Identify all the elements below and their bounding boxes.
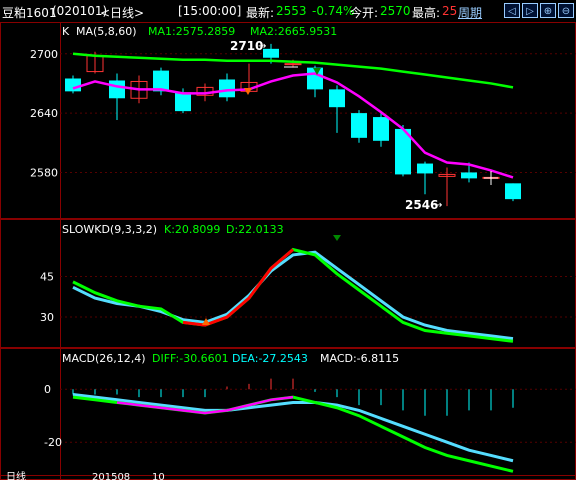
kd-tick-label: 30 bbox=[40, 311, 54, 324]
y-tick-label: 2640 bbox=[30, 107, 58, 120]
candle-body bbox=[417, 163, 433, 174]
low-arrow-icon: → bbox=[434, 200, 442, 211]
kd-axis-labels: 45 30 bbox=[40, 271, 576, 324]
latest-label: 最新: bbox=[246, 6, 275, 20]
next-arrow-icon[interactable]: ▷ bbox=[522, 3, 538, 18]
candle-body bbox=[109, 80, 125, 99]
high-label: 最高: bbox=[412, 6, 441, 20]
candle-body bbox=[284, 63, 302, 66]
macd-tick-label: 0 bbox=[44, 383, 51, 396]
footer-date: 201508 bbox=[92, 472, 130, 480]
macd-legend-macd: MACD:-6.8115 bbox=[320, 352, 399, 365]
legend-ma2: MA2:2665.9531 bbox=[250, 25, 337, 38]
change-percent: -0.74% bbox=[312, 4, 355, 18]
kd-lines bbox=[72, 247, 514, 343]
period-label: <日线> bbox=[100, 6, 145, 20]
candle-body bbox=[351, 113, 367, 138]
y-axis-labels: 2700 2640 2580 bbox=[30, 48, 58, 180]
footer-label: 日线 bbox=[6, 470, 26, 480]
kd-d-line bbox=[72, 250, 514, 341]
candle-body bbox=[505, 183, 521, 200]
candle-body bbox=[219, 79, 235, 98]
legend-ma: MA(5,8,60) bbox=[76, 25, 137, 38]
symbol-name: 豆粕1601 bbox=[2, 6, 57, 20]
kd-panel-frame bbox=[0, 219, 576, 348]
zoom-out-icon[interactable]: ⊖ bbox=[558, 3, 574, 18]
high-arrow-icon: → bbox=[258, 41, 266, 52]
open-value: 2570 bbox=[380, 4, 411, 18]
chart-area[interactable]: 270026402580 K MA(5,8,60) MA1:2575.2859 … bbox=[0, 22, 576, 480]
y-tick-label: 2700 bbox=[30, 48, 58, 61]
header-bar: 豆粕1601 (020101) <日线> [15:00:00] 最新: 2553… bbox=[0, 0, 576, 22]
macd-axis-labels: 0 -20 bbox=[44, 383, 576, 449]
candle-body bbox=[329, 89, 345, 108]
prev-arrow-icon[interactable]: ◁ bbox=[504, 3, 520, 18]
kd-k-line bbox=[72, 247, 514, 343]
kd-up-segment bbox=[182, 248, 294, 327]
symbol-code: (020101) bbox=[52, 4, 108, 18]
footer-x: 10 bbox=[152, 472, 165, 480]
kd-legend-name: SLOWKD(9,3,3,2) bbox=[62, 223, 157, 236]
macd-legend-name: MACD(26,12,4) bbox=[62, 352, 146, 365]
panel-frames bbox=[0, 22, 576, 480]
macd-tick-label: -20 bbox=[44, 436, 62, 449]
latest-value: 2553 bbox=[276, 4, 307, 18]
kd-legend-k: K:20.8099 bbox=[164, 223, 220, 236]
price-panel-frame bbox=[0, 22, 576, 219]
cycle-link[interactable]: 周期 bbox=[458, 4, 482, 21]
candle-body bbox=[461, 172, 477, 179]
candles-group bbox=[65, 43, 521, 207]
high-value: 25 bbox=[442, 4, 458, 18]
macd-legend-dea: DEA:-27.2543 bbox=[232, 352, 308, 365]
y-tick-label: 2580 bbox=[30, 166, 58, 179]
legend-ma1: MA1:2575.2859 bbox=[148, 25, 235, 38]
kd-tick-label: 45 bbox=[40, 271, 54, 284]
time-label: [15:00:00] bbox=[178, 4, 242, 18]
legend-k: K bbox=[62, 25, 70, 38]
candle-body bbox=[373, 117, 389, 141]
zoom-in-icon[interactable]: ⊕ bbox=[540, 3, 556, 18]
macd-panel-frame bbox=[0, 348, 576, 480]
open-label: 今开: bbox=[350, 6, 379, 20]
kd-sell-arrow-icon bbox=[333, 235, 341, 241]
ma1-line bbox=[72, 72, 514, 179]
candle-body bbox=[65, 78, 81, 92]
macd-legend-diff: DIFF:-30.6601 bbox=[152, 352, 229, 365]
kd-legend-d: D:22.0133 bbox=[226, 223, 284, 236]
candle-body bbox=[175, 92, 191, 112]
ma-lines bbox=[72, 52, 514, 179]
